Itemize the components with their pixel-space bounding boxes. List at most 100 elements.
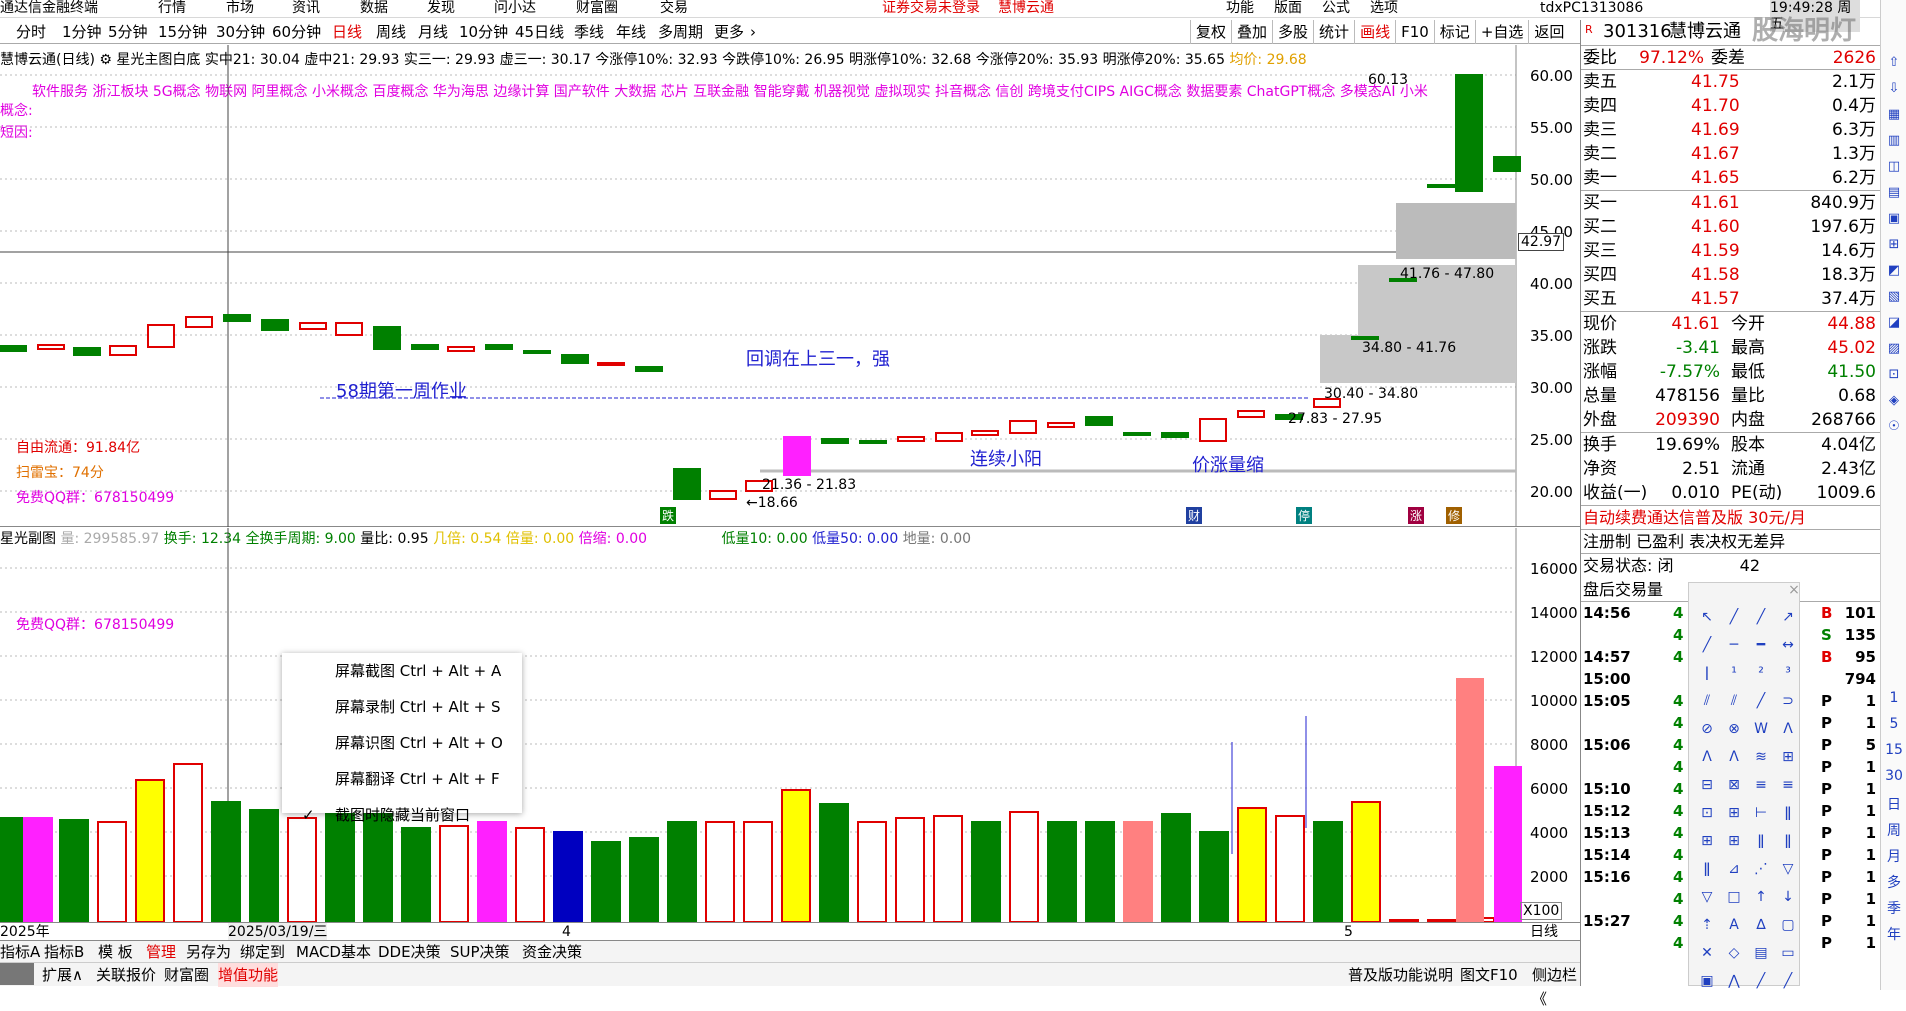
draw-tool-icon[interactable]: ╱ — [1747, 967, 1775, 995]
period-60m[interactable]: 60分钟 — [272, 20, 321, 44]
period-30m[interactable]: 30分钟 — [216, 20, 265, 44]
period-fs[interactable]: 分时 — [16, 20, 46, 44]
side-period-5[interactable]: 周 — [1881, 820, 1906, 846]
tool-bj[interactable]: 标记 — [1433, 20, 1475, 44]
draw-tool-icon[interactable]: ↖ — [1693, 603, 1721, 631]
draw-tool-icon[interactable]: ▽ — [1693, 883, 1721, 911]
tab-zj[interactable]: 资金决策 — [522, 941, 582, 963]
draw-tool-icon[interactable]: Λ — [1693, 743, 1721, 771]
menu-hq[interactable]: 行情 — [158, 0, 186, 16]
draw-tool-icon[interactable]: ╱ — [1774, 967, 1802, 995]
draw-tool-icon[interactable]: ▤ — [1747, 939, 1775, 967]
draw-tool-icon[interactable]: ⊟ — [1693, 771, 1721, 799]
tool-hx[interactable]: 画线 — [1354, 20, 1395, 44]
tab-cfq[interactable]: 财富圈 — [164, 963, 209, 987]
side-period-7[interactable]: 多 — [1881, 872, 1906, 898]
menu-xx[interactable]: 选项 — [1370, 0, 1398, 16]
tab-gl[interactable]: 管理 — [146, 941, 176, 963]
period-week[interactable]: 周线 — [376, 20, 406, 44]
draw-tool-icon[interactable]: ǁ — [1774, 799, 1802, 827]
menu-translate[interactable]: 屏幕翻译 Ctrl + Alt + F — [282, 761, 522, 797]
draw-tool-icon[interactable]: ≡ — [1774, 771, 1802, 799]
draw-tool-icon[interactable]: ⊞ — [1693, 827, 1721, 855]
tool-f10[interactable]: F10 — [1395, 20, 1434, 44]
side-period-4[interactable]: 日 — [1881, 794, 1906, 820]
status-help[interactable]: 普及版功能说明 — [1348, 963, 1453, 987]
draw-tool-icon[interactable]: ǁ — [1747, 827, 1775, 855]
tool-dj[interactable]: 叠加 — [1231, 20, 1272, 44]
kline-canvas[interactable] — [0, 45, 1580, 527]
draw-tool-icon[interactable]: ⊘ — [1693, 715, 1721, 743]
draw-tool-icon[interactable]: ▢ — [1774, 911, 1802, 939]
draw-tool-icon[interactable]: ⫽ — [1720, 687, 1748, 715]
tool-tj[interactable]: 统计 — [1313, 20, 1354, 44]
draw-tool-icon[interactable]: ╱ — [1693, 631, 1721, 659]
menu-gn[interactable]: 功能 — [1226, 0, 1254, 16]
subscription-ad[interactable]: 自动续费通达信普及版 30元/月 — [1581, 506, 1880, 530]
draw-tool-icon[interactable]: ▽ — [1774, 855, 1802, 883]
period-year[interactable]: 年线 — [616, 20, 646, 44]
draw-tool-icon[interactable]: ∆ — [1747, 911, 1775, 939]
menu-jy[interactable]: 交易 — [660, 0, 688, 16]
menu-record[interactable]: 屏幕录制 Ctrl + Alt + S — [282, 689, 522, 725]
draw-tool-icon[interactable]: ⋰ — [1747, 855, 1775, 883]
menu-sj[interactable]: 数据 — [360, 0, 388, 16]
period-1m[interactable]: 1分钟 — [62, 20, 102, 44]
draw-tool-icon[interactable]: ⊞ — [1720, 799, 1748, 827]
draw-tool-icon[interactable]: ╱ — [1747, 603, 1775, 631]
side-period-6[interactable]: 月 — [1881, 846, 1906, 872]
draw-tool-icon[interactable]: ↔ — [1774, 631, 1802, 659]
tool-fh[interactable]: 返回 — [1528, 20, 1569, 44]
period-10m[interactable]: 10分钟 — [459, 20, 508, 44]
draw-tool-icon[interactable]: ━ — [1747, 631, 1775, 659]
draw-tool-icon[interactable]: ↗ — [1774, 603, 1802, 631]
main-kline-chart[interactable]: 慧博云通(日线) ⚙ 星光主图白底 实中21: 30.04 虚中21: 29.9… — [0, 45, 1580, 527]
draw-tool-icon[interactable]: ⊗ — [1720, 715, 1748, 743]
tab-lcw[interactable]: 另存为 — [186, 941, 231, 963]
draw-tool-icon[interactable]: ⫽ — [1693, 687, 1721, 715]
tab-macd[interactable]: MACD基本 — [296, 941, 371, 963]
draw-tool-icon[interactable]: Λ — [1774, 715, 1802, 743]
draw-tool-icon[interactable]: ─ — [1720, 631, 1748, 659]
menu-screenshot[interactable]: 屏幕截图 Ctrl + Alt + A — [282, 653, 522, 689]
draw-tool-icon[interactable]: ╱ — [1747, 687, 1775, 715]
drawing-tool-palette[interactable]: × ↖ ╱ ╱ ↗ ╱ ─ ━ ↔ ǀ ¹ ² ³ ⫽ ⫽ ╱ ⊃ ⊘ ⊗ W Λ Λ Λ ≋ ⊞ ⊟ ⊠ ≡ ≡ ⊡ ⊞ ⊢ ǁ ⊞ ⊞ ǁ ǁ ǁ ⊿… — [1688, 582, 1802, 989]
period-more[interactable]: 更多 — [714, 20, 744, 44]
status-sidebar[interactable]: 侧边栏《 — [1532, 963, 1580, 1011]
draw-tool-icon[interactable]: □ — [1720, 883, 1748, 911]
tool-fq[interactable]: 复权 — [1190, 20, 1231, 44]
draw-tool-icon[interactable]: ¹ — [1720, 659, 1748, 687]
draw-tool-icon[interactable]: A — [1720, 911, 1748, 939]
menu-hide-window[interactable]: ✓ 截图时隐藏当前窗口 — [282, 797, 522, 833]
draw-tool-icon[interactable]: ⇡ — [1693, 911, 1721, 939]
menu-zx[interactable]: 资讯 — [292, 0, 320, 16]
tool-zx[interactable]: +自选 — [1474, 20, 1529, 44]
tab-zba[interactable]: 指标A — [0, 941, 40, 963]
side-period-3[interactable]: 30 — [1881, 768, 1906, 794]
draw-tool-icon[interactable]: ⋀ — [1720, 967, 1748, 995]
draw-tool-icon[interactable]: ⊃ — [1774, 687, 1802, 715]
tool-dg[interactable]: 多股 — [1272, 20, 1313, 44]
draw-tool-icon[interactable]: ² — [1747, 659, 1775, 687]
draw-tool-icon[interactable]: ↑ — [1747, 883, 1775, 911]
period-season[interactable]: 季线 — [574, 20, 604, 44]
draw-tool-icon[interactable]: ⊢ — [1747, 799, 1775, 827]
tab-zbb[interactable]: 指标B — [44, 941, 84, 963]
draw-tool-icon[interactable]: ⊡ — [1693, 799, 1721, 827]
period-5m[interactable]: 5分钟 — [108, 20, 148, 44]
volume-subchart[interactable]: 星光副图 量: 299585.97 换手: 12.34 全换手周期: 9.00 … — [0, 528, 1580, 922]
menu-ocr[interactable]: 屏幕识图 Ctrl + Alt + O — [282, 725, 522, 761]
draw-tool-icon[interactable]: ⊞ — [1720, 827, 1748, 855]
period-45d[interactable]: 45日线 — [515, 20, 564, 44]
tab-glbj[interactable]: 关联报价 — [96, 963, 156, 987]
draw-tool-icon[interactable]: ǁ — [1774, 827, 1802, 855]
draw-tool-icon[interactable]: ◇ — [1720, 939, 1748, 967]
menu-gs[interactable]: 公式 — [1322, 0, 1350, 16]
ext-handle[interactable] — [0, 963, 34, 985]
side-period-1[interactable]: 5 — [1881, 716, 1906, 742]
draw-tool-icon[interactable]: ▭ — [1774, 939, 1802, 967]
draw-tool-icon[interactable]: ▣ — [1693, 967, 1721, 995]
draw-tool-icon[interactable]: ✕ — [1693, 939, 1721, 967]
side-period-9[interactable]: 年 — [1881, 924, 1906, 950]
chevron-right-icon[interactable]: › — [750, 20, 756, 44]
